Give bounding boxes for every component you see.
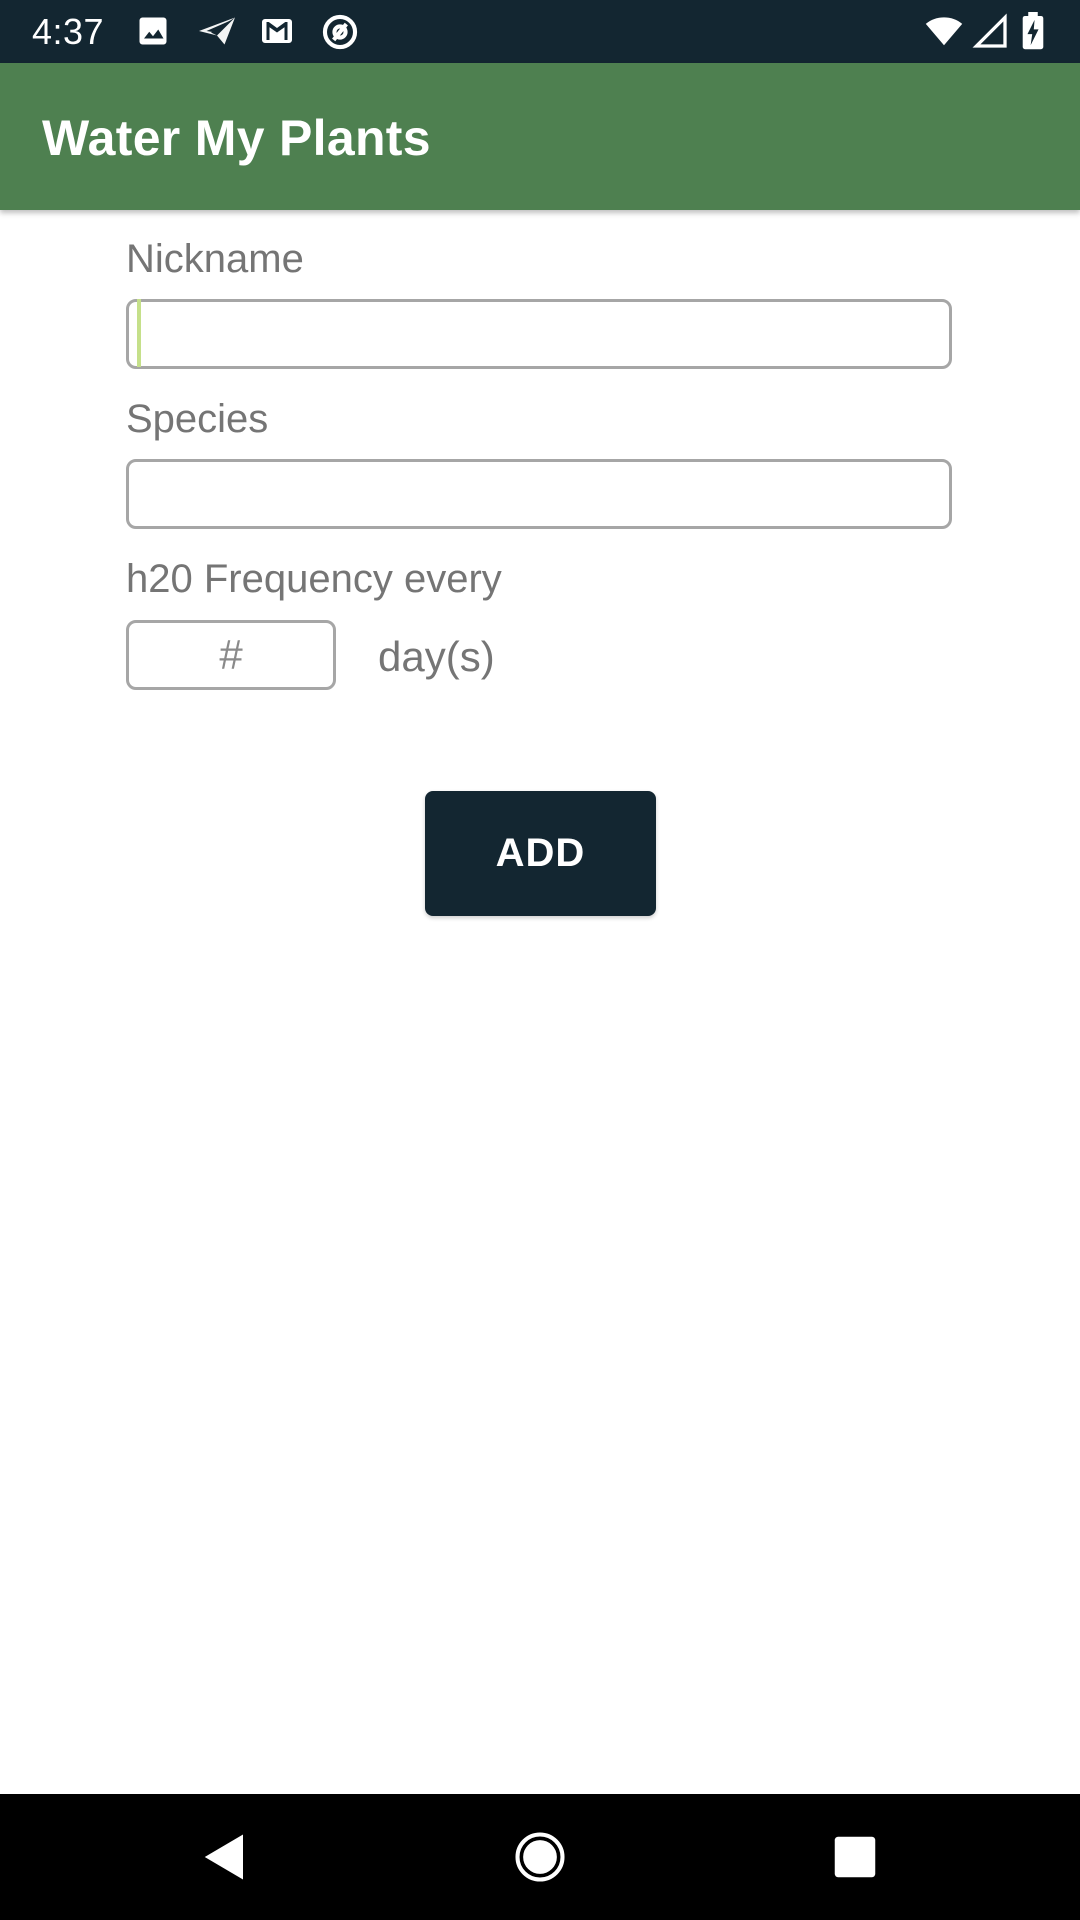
text-cursor [137,299,141,367]
wifi-icon [924,12,963,48]
nickname-field[interactable] [126,299,952,369]
add-button[interactable]: ADD [425,791,656,916]
back-icon[interactable] [198,1830,252,1884]
notification-icons [135,13,358,50]
image-icon [135,13,171,49]
recents-icon[interactable] [828,1830,882,1884]
send-icon [197,13,235,49]
status-bar: 4:37 [0,0,1080,63]
system-icons [924,12,1056,50]
species-label: Species [126,397,269,441]
frequency-label: h20 Frequency every [126,557,502,601]
species-field[interactable] [126,459,952,529]
frequency-input[interactable] [126,620,336,690]
battery-charging-icon [1020,12,1056,50]
status-time: 4:37 [32,11,105,52]
days-label: day(s) [378,633,495,680]
nickname-label: Nickname [126,237,304,281]
app-bar: Water My Plants [0,63,1080,210]
home-icon[interactable] [513,1830,567,1884]
at-sign-icon [321,13,358,50]
signal-icon [972,12,1008,48]
app-title: Water My Plants [42,110,431,166]
gmail-icon [259,13,295,49]
